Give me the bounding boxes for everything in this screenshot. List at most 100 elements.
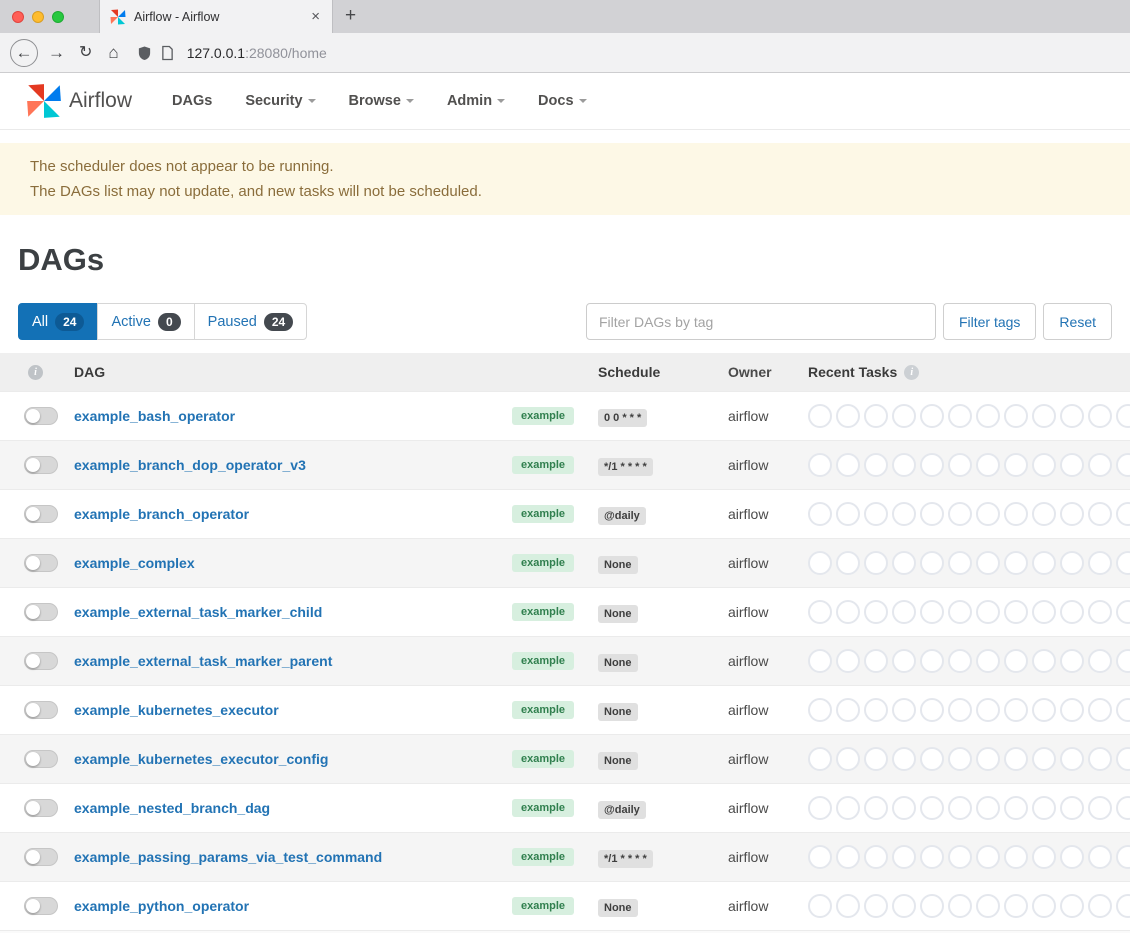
task-status-circle[interactable] bbox=[808, 698, 832, 722]
task-status-circle[interactable] bbox=[1088, 698, 1112, 722]
task-status-circle[interactable] bbox=[1060, 649, 1084, 673]
pause-toggle[interactable] bbox=[24, 603, 58, 621]
new-tab-button[interactable]: + bbox=[345, 6, 356, 25]
task-status-circle[interactable] bbox=[808, 551, 832, 575]
task-status-circle[interactable] bbox=[892, 551, 916, 575]
task-status-circle[interactable] bbox=[920, 796, 944, 820]
task-status-circle[interactable] bbox=[1004, 502, 1028, 526]
task-status-circle[interactable] bbox=[864, 894, 888, 918]
task-status-circle[interactable] bbox=[976, 796, 1000, 820]
task-status-circle[interactable] bbox=[1032, 796, 1056, 820]
reset-button[interactable]: Reset bbox=[1043, 303, 1112, 340]
task-status-circle[interactable] bbox=[1088, 551, 1112, 575]
task-status-circle[interactable] bbox=[1088, 649, 1112, 673]
task-status-circle[interactable] bbox=[836, 796, 860, 820]
task-status-circle[interactable] bbox=[836, 894, 860, 918]
dag-tag-badge[interactable]: example bbox=[512, 799, 574, 817]
dag-link[interactable]: example_complex bbox=[74, 555, 195, 571]
task-status-circle[interactable] bbox=[836, 600, 860, 624]
dag-tag-badge[interactable]: example bbox=[512, 897, 574, 915]
home-icon[interactable]: ⌂ bbox=[108, 44, 118, 61]
window-minimize-button[interactable] bbox=[32, 11, 44, 23]
task-status-circle[interactable] bbox=[808, 649, 832, 673]
task-status-circle[interactable] bbox=[976, 894, 1000, 918]
task-status-circle[interactable] bbox=[1032, 894, 1056, 918]
task-status-circle[interactable] bbox=[920, 404, 944, 428]
task-status-circle[interactable] bbox=[836, 747, 860, 771]
task-status-circle[interactable] bbox=[976, 747, 1000, 771]
task-status-circle[interactable] bbox=[836, 453, 860, 477]
task-status-circle[interactable] bbox=[864, 845, 888, 869]
task-status-circle[interactable] bbox=[1032, 600, 1056, 624]
task-status-circle[interactable] bbox=[1032, 502, 1056, 526]
task-status-circle[interactable] bbox=[976, 551, 1000, 575]
window-zoom-button[interactable] bbox=[52, 11, 64, 23]
dag-link[interactable]: example_branch_dop_operator_v3 bbox=[74, 457, 306, 473]
task-status-circle[interactable] bbox=[920, 698, 944, 722]
dag-tag-badge[interactable]: example bbox=[512, 505, 574, 523]
task-status-circle[interactable] bbox=[1032, 649, 1056, 673]
task-status-circle[interactable] bbox=[1060, 551, 1084, 575]
task-status-circle[interactable] bbox=[808, 845, 832, 869]
task-status-circle[interactable] bbox=[808, 404, 832, 428]
pause-toggle[interactable] bbox=[24, 505, 58, 523]
task-status-circle[interactable] bbox=[976, 404, 1000, 428]
nav-security[interactable]: Security bbox=[245, 93, 315, 109]
task-status-circle[interactable] bbox=[892, 796, 916, 820]
back-icon[interactable]: ← bbox=[10, 39, 38, 67]
dag-tag-badge[interactable]: example bbox=[512, 407, 574, 425]
task-status-circle[interactable] bbox=[1004, 600, 1028, 624]
dag-link[interactable]: example_external_task_marker_parent bbox=[74, 653, 332, 669]
task-status-circle[interactable] bbox=[864, 698, 888, 722]
task-status-circle[interactable] bbox=[920, 845, 944, 869]
dag-tag-badge[interactable]: example bbox=[512, 750, 574, 768]
task-status-circle[interactable] bbox=[836, 502, 860, 526]
task-status-circle[interactable] bbox=[1060, 404, 1084, 428]
task-status-circle[interactable] bbox=[864, 747, 888, 771]
task-status-circle[interactable] bbox=[1004, 747, 1028, 771]
task-status-circle[interactable] bbox=[1088, 502, 1112, 526]
pause-toggle[interactable] bbox=[24, 554, 58, 572]
task-status-circle[interactable] bbox=[1060, 747, 1084, 771]
task-status-circle[interactable] bbox=[948, 698, 972, 722]
task-status-circle[interactable] bbox=[1032, 845, 1056, 869]
task-status-circle[interactable] bbox=[808, 894, 832, 918]
task-status-circle[interactable] bbox=[1088, 453, 1112, 477]
task-status-circle[interactable] bbox=[808, 453, 832, 477]
task-status-circle[interactable] bbox=[836, 698, 860, 722]
task-status-circle[interactable] bbox=[1088, 845, 1112, 869]
task-status-circle[interactable] bbox=[836, 551, 860, 575]
task-status-circle[interactable] bbox=[948, 649, 972, 673]
task-status-circle[interactable] bbox=[920, 600, 944, 624]
task-status-circle[interactable] bbox=[1116, 796, 1130, 820]
filter-tags-button[interactable]: Filter tags bbox=[943, 303, 1036, 340]
pause-toggle[interactable] bbox=[24, 897, 58, 915]
task-status-circle[interactable] bbox=[808, 747, 832, 771]
dag-tag-badge[interactable]: example bbox=[512, 848, 574, 866]
task-status-circle[interactable] bbox=[1116, 747, 1130, 771]
task-status-circle[interactable] bbox=[920, 894, 944, 918]
task-status-circle[interactable] bbox=[808, 600, 832, 624]
task-status-circle[interactable] bbox=[892, 649, 916, 673]
tab-active[interactable]: Active 0 bbox=[97, 303, 194, 340]
task-status-circle[interactable] bbox=[1032, 551, 1056, 575]
dag-tag-badge[interactable]: example bbox=[512, 554, 574, 572]
task-status-circle[interactable] bbox=[892, 600, 916, 624]
task-status-circle[interactable] bbox=[976, 600, 1000, 624]
info-icon[interactable]: i bbox=[28, 365, 43, 380]
url-bar[interactable]: 127.0.0.1:28080/home bbox=[187, 45, 327, 61]
task-status-circle[interactable] bbox=[976, 698, 1000, 722]
task-status-circle[interactable] bbox=[920, 649, 944, 673]
dag-link[interactable]: example_passing_params_via_test_command bbox=[74, 849, 382, 865]
pause-toggle[interactable] bbox=[24, 799, 58, 817]
pause-toggle[interactable] bbox=[24, 701, 58, 719]
task-status-circle[interactable] bbox=[948, 404, 972, 428]
task-status-circle[interactable] bbox=[1004, 698, 1028, 722]
task-status-circle[interactable] bbox=[864, 796, 888, 820]
task-status-circle[interactable] bbox=[920, 551, 944, 575]
task-status-circle[interactable] bbox=[920, 502, 944, 526]
task-status-circle[interactable] bbox=[1116, 453, 1130, 477]
task-status-circle[interactable] bbox=[1004, 796, 1028, 820]
task-status-circle[interactable] bbox=[836, 649, 860, 673]
task-status-circle[interactable] bbox=[1088, 894, 1112, 918]
